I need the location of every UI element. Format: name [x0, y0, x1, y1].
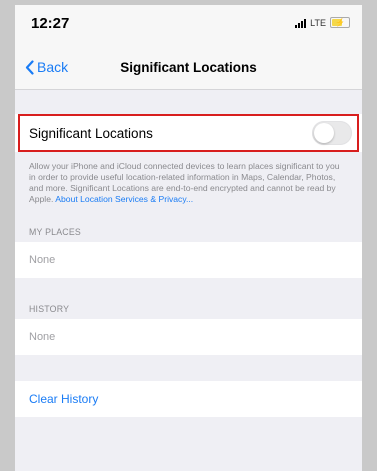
- history-row: None: [15, 319, 362, 355]
- status-bar: 12:27 LTE ⚡: [15, 5, 362, 49]
- clear-history-group: Clear History: [15, 381, 362, 417]
- phone-screen: 12:27 LTE ⚡ Back Significant Locations S…: [15, 5, 362, 471]
- significant-locations-toggle[interactable]: [312, 121, 352, 145]
- description: Allow your iPhone and iCloud connected d…: [15, 152, 362, 205]
- history-group: None: [15, 319, 362, 355]
- my-places-group: None: [15, 242, 362, 278]
- clear-history-label: Clear History: [29, 392, 99, 406]
- history-value: None: [29, 331, 56, 343]
- history-header: HISTORY: [29, 304, 70, 314]
- privacy-link[interactable]: About Location Services & Privacy...: [55, 194, 193, 204]
- page-title: Significant Locations: [120, 60, 257, 75]
- toggle-label: Significant Locations: [29, 125, 153, 141]
- my-places-header: MY PLACES: [29, 227, 81, 237]
- signal-icon: [295, 18, 307, 28]
- status-indicators: LTE ⚡: [295, 17, 350, 28]
- battery-icon: ⚡: [330, 17, 350, 28]
- my-places-value: None: [29, 254, 56, 266]
- clear-history-button[interactable]: Clear History: [15, 381, 362, 417]
- my-places-row: None: [15, 242, 362, 278]
- network-type: LTE: [310, 17, 326, 28]
- navigation-bar: Back Significant Locations: [15, 49, 362, 90]
- significant-locations-row: Significant Locations: [15, 114, 362, 152]
- toggle-group: Significant Locations: [15, 114, 362, 152]
- status-time: 12:27: [31, 15, 70, 32]
- toggle-knob: [314, 123, 334, 143]
